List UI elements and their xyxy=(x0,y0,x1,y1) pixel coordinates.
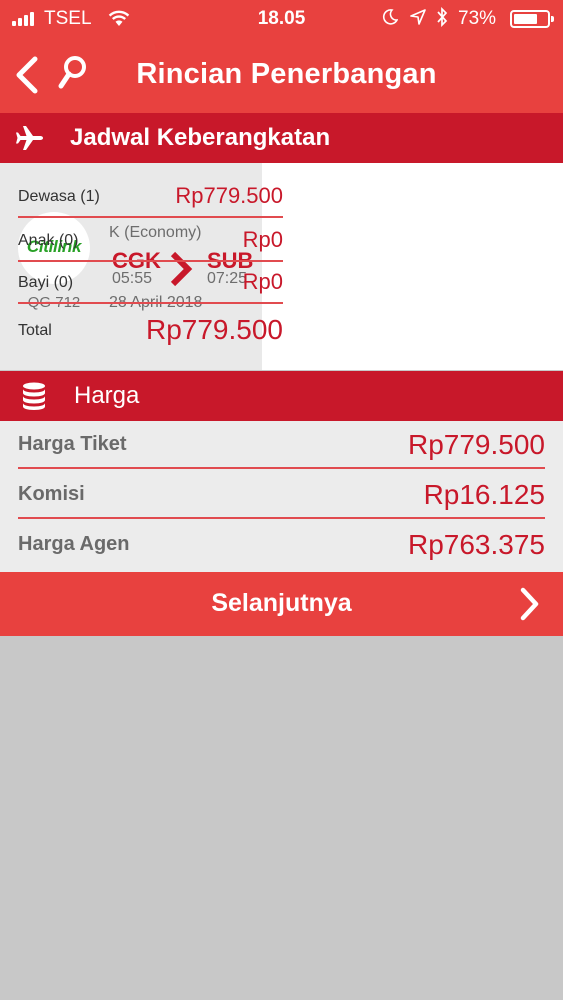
battery-icon xyxy=(510,10,554,28)
price-value: Rp763.375 xyxy=(407,529,545,560)
battery-fill xyxy=(514,14,537,24)
price-row-ticket: Harga Tiket Rp779.500 xyxy=(18,421,545,469)
passenger-row-adult: Dewasa (1) Rp779.500 xyxy=(18,174,283,218)
price-section-header: Harga xyxy=(0,371,563,421)
passenger-label: Dewasa (1) xyxy=(18,188,100,205)
airplane-icon xyxy=(16,126,43,150)
price-row-agent: Harga Agen Rp763.375 xyxy=(18,521,545,569)
price-label: Harga Tiket xyxy=(18,433,127,455)
passenger-label: Anak (0) xyxy=(18,232,79,249)
price-breakdown: Harga Tiket Rp779.500 Komisi Rp16.125 Ha… xyxy=(0,421,563,572)
passenger-row-infant: Bayi (0) Rp0 xyxy=(18,260,283,304)
status-bar: TSEL 18.05 73% xyxy=(0,0,563,38)
database-icon xyxy=(23,382,45,410)
departure-section-title: Jadwal Keberangkatan xyxy=(70,124,331,151)
total-price: Rp779.500 xyxy=(145,314,283,345)
price-label: Komisi xyxy=(18,483,85,505)
moon-icon xyxy=(382,9,398,25)
price-section-title: Harga xyxy=(74,382,140,409)
price-value: Rp16.125 xyxy=(423,479,545,510)
passenger-price: Rp0 xyxy=(242,227,283,252)
price-row-commission: Komisi Rp16.125 xyxy=(18,471,545,519)
flight-detail-screen: TSEL 18.05 73% Rincian Penerbangan Jadwa… xyxy=(0,0,563,1000)
passenger-row-child: Anak (0) Rp0 xyxy=(18,218,283,262)
passenger-label: Bayi (0) xyxy=(18,274,74,291)
battery-percent: 73% xyxy=(458,8,497,29)
app-header: TSEL 18.05 73% Rincian Penerbangan xyxy=(0,0,563,113)
passenger-total-row: Total Rp779.500 xyxy=(18,306,283,356)
next-button-label: Selanjutnya xyxy=(211,589,352,617)
location-arrow-icon xyxy=(410,9,426,25)
total-label: Total xyxy=(18,322,52,339)
passenger-price: Rp0 xyxy=(242,269,283,294)
chevron-right-icon xyxy=(520,587,539,621)
passenger-fare-panel xyxy=(262,163,563,370)
next-button[interactable]: Selanjutnya xyxy=(0,572,563,636)
departure-section-header: Jadwal Keberangkatan xyxy=(0,113,563,163)
passenger-price: Rp779.500 xyxy=(175,183,283,208)
page-title: Rincian Penerbangan xyxy=(136,58,437,90)
price-value: Rp779.500 xyxy=(407,429,545,460)
bluetooth-icon xyxy=(437,7,448,27)
price-label: Harga Agen xyxy=(18,533,130,555)
